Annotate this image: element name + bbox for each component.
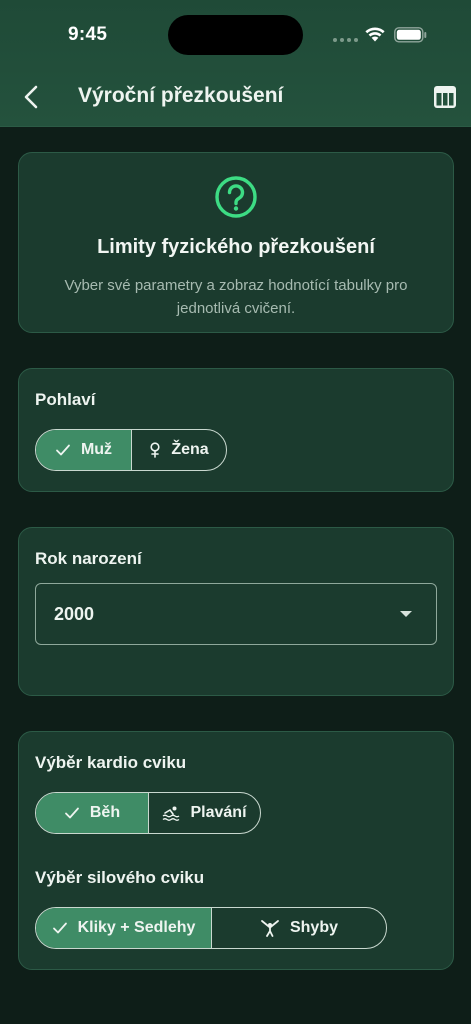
swimming-icon <box>163 806 180 821</box>
check-icon <box>56 444 70 456</box>
info-title: Limity fyzického přezkoušení <box>97 236 375 258</box>
check-icon <box>52 922 67 934</box>
help-circle-icon <box>215 176 257 218</box>
table-icon[interactable] <box>432 84 458 110</box>
female-icon <box>150 442 160 458</box>
strength-segmented-control: Kliky + Sedlehy Shyby <box>35 907 387 949</box>
strength-option-label: Shyby <box>289 919 338 936</box>
strength-option-pushups-situps[interactable]: Kliky + Sedlehy <box>36 908 211 948</box>
cardio-option-label: Běh <box>89 804 121 821</box>
top-bar: 9:45 Výroční přezkoušení <box>0 0 471 127</box>
gender-option-male[interactable]: Muž <box>36 430 131 470</box>
gymnastics-icon <box>261 920 279 937</box>
wifi-icon <box>365 27 385 42</box>
dynamic-island <box>168 15 303 55</box>
chevron-left-icon[interactable] <box>18 82 46 112</box>
cardio-segmented-control: Běh Plavání <box>35 792 261 834</box>
cardio-option-run[interactable]: Běh <box>36 793 148 833</box>
strength-label: Výběr silového cviku <box>35 868 205 887</box>
gender-option-label: Muž <box>80 441 113 458</box>
gender-label: Pohlaví <box>35 390 96 409</box>
gender-segmented-control: Muž Žena <box>35 429 227 471</box>
strength-option-pullups[interactable]: Shyby <box>211 908 386 948</box>
status-time: 9:45 <box>68 24 108 45</box>
screen: 9:45 Výroční přezkoušení Limity fyzickéh… <box>0 0 471 1024</box>
page-title: Výroční přezkoušení <box>78 84 284 107</box>
info-card: Limity fyzického přezkoušení Vyber své p… <box>18 152 454 333</box>
gender-card: Pohlaví Muž Žena <box>18 368 454 492</box>
check-icon <box>64 807 79 819</box>
birth-year-label: Rok narození <box>35 549 142 568</box>
gender-option-female[interactable]: Žena <box>131 430 226 470</box>
battery-icon <box>394 27 427 43</box>
exercise-card: Výběr kardio cviku Běh Plavání Výběr sil… <box>18 731 454 970</box>
cellular-signal-icon <box>333 38 358 42</box>
birth-year-card: Rok narození 2000 <box>18 527 454 696</box>
cardio-option-label: Plavání <box>190 804 247 821</box>
birth-year-select[interactable]: 2000 <box>35 583 437 645</box>
dropdown-arrow-icon <box>400 611 412 617</box>
strength-option-label: Kliky + Sedlehy <box>77 919 196 936</box>
cardio-option-swim[interactable]: Plavání <box>148 793 260 833</box>
cardio-label: Výběr kardio cviku <box>35 753 187 772</box>
info-description: Vyber své parametry a zobraz hodnotící t… <box>64 277 408 317</box>
birth-year-value: 2000 <box>54 604 95 624</box>
gender-option-label: Žena <box>171 441 209 458</box>
